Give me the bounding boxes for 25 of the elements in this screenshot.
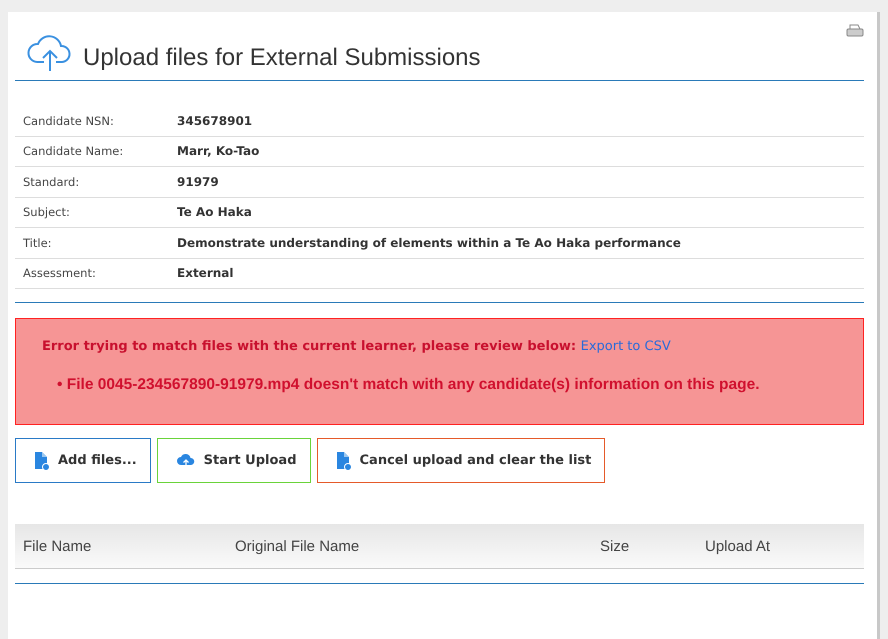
column-header: Original File Name — [234, 538, 360, 554]
printer-icon[interactable] — [846, 24, 864, 38]
cancel-upload-button[interactable]: Cancel upload and clear the list — [316, 438, 606, 483]
add-files-button[interactable]: Add files... — [15, 438, 151, 483]
column-header: File Name — [22, 538, 92, 554]
field-label: Candidate NSN: — [15, 106, 169, 136]
field-label: Candidate Name: — [15, 136, 169, 166]
file-add-icon — [34, 450, 50, 470]
column-header: Size — [599, 538, 630, 554]
field-value: External — [169, 258, 864, 288]
field-label: Standard: — [15, 166, 169, 197]
start-upload-button[interactable]: Start Upload — [156, 438, 310, 483]
column-header: Upload At — [704, 538, 772, 554]
field-value: Te Ao Haka — [169, 197, 864, 228]
error-message: Error trying to match files with the current learner, please review below: Export to CSV — [42, 339, 672, 354]
field-value: 91979 — [169, 166, 864, 197]
field-value: 345678901 — [169, 106, 864, 136]
error-item: • File 0045-234567890-91979.mp4 doesn't match with any candidate(s) information on this page. — [57, 376, 761, 394]
field-label: Title: — [15, 228, 169, 258]
file-remove-icon — [336, 450, 352, 470]
field-value: Marr, Ko-Tao — [169, 136, 864, 166]
field-label: Subject: — [15, 197, 169, 228]
field-value: Demonstrate understanding of elements within a Te Ao Haka performance — [169, 228, 864, 258]
page-title: Upload files for External Submissions — [83, 44, 481, 72]
field-label: Assessment: — [15, 258, 169, 288]
